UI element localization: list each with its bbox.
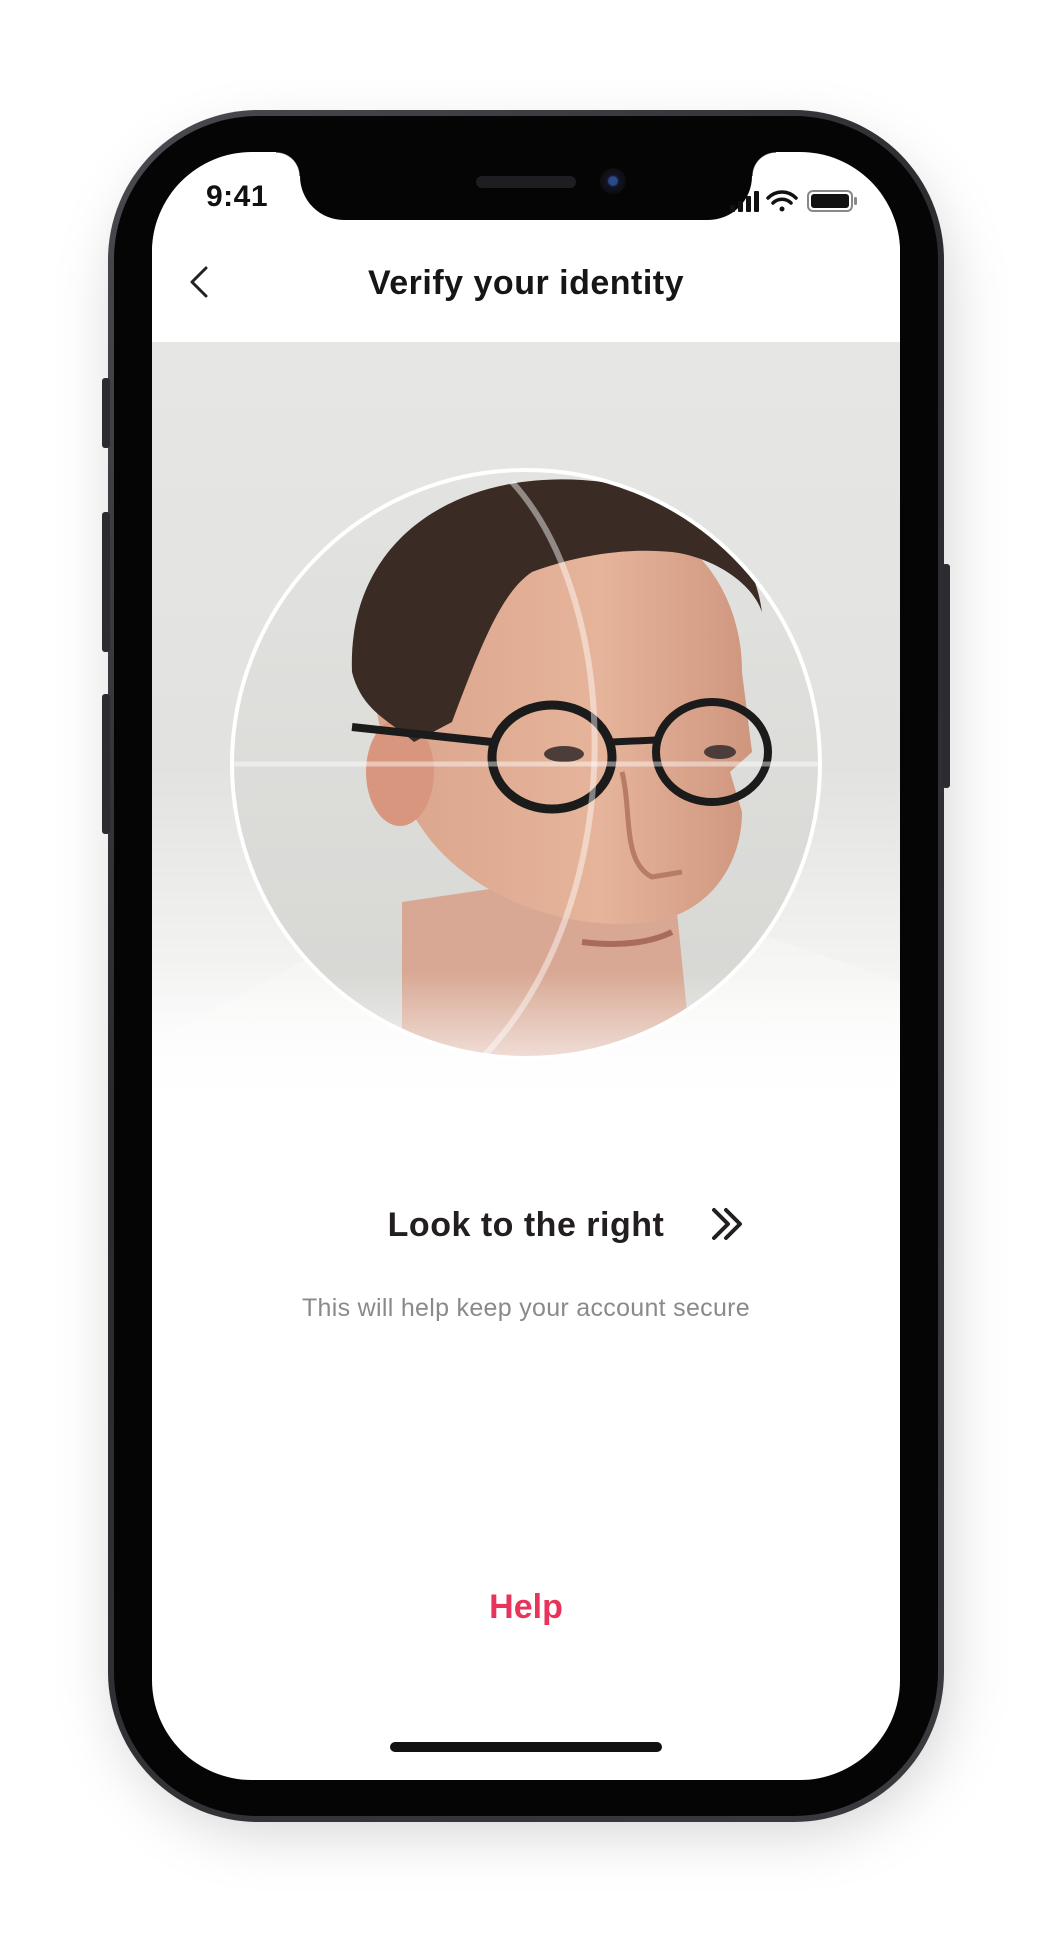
power-button — [942, 564, 950, 788]
wifi-icon — [766, 190, 798, 212]
notch — [276, 152, 776, 220]
instruction-row: Look to the right — [152, 1206, 900, 1245]
status-icons — [730, 188, 870, 214]
face-capture-preview — [152, 468, 900, 1112]
page-title: Verify your identity — [367, 264, 685, 302]
front-camera — [600, 168, 626, 194]
status-time: 9:41 — [206, 180, 269, 213]
double-chevron-right-icon — [708, 1204, 748, 1244]
volume-up-button — [102, 512, 110, 652]
battery-icon — [807, 190, 857, 212]
mute-switch — [102, 378, 110, 448]
instruction-text: Look to the right — [387, 1206, 665, 1244]
camera-preview — [152, 342, 900, 1112]
security-subtext: This will help keep your account secure — [301, 1294, 751, 1322]
navigation-bar: Verify your identity — [152, 220, 900, 342]
volume-down-button — [102, 694, 110, 834]
help-button[interactable]: Help — [152, 1588, 900, 1627]
cellular-signal-icon — [730, 191, 759, 212]
home-indicator[interactable] — [390, 1742, 662, 1752]
earpiece-speaker — [476, 176, 576, 188]
app-screen: 9:41 Verify your identity Look to the ri… — [152, 152, 900, 1780]
